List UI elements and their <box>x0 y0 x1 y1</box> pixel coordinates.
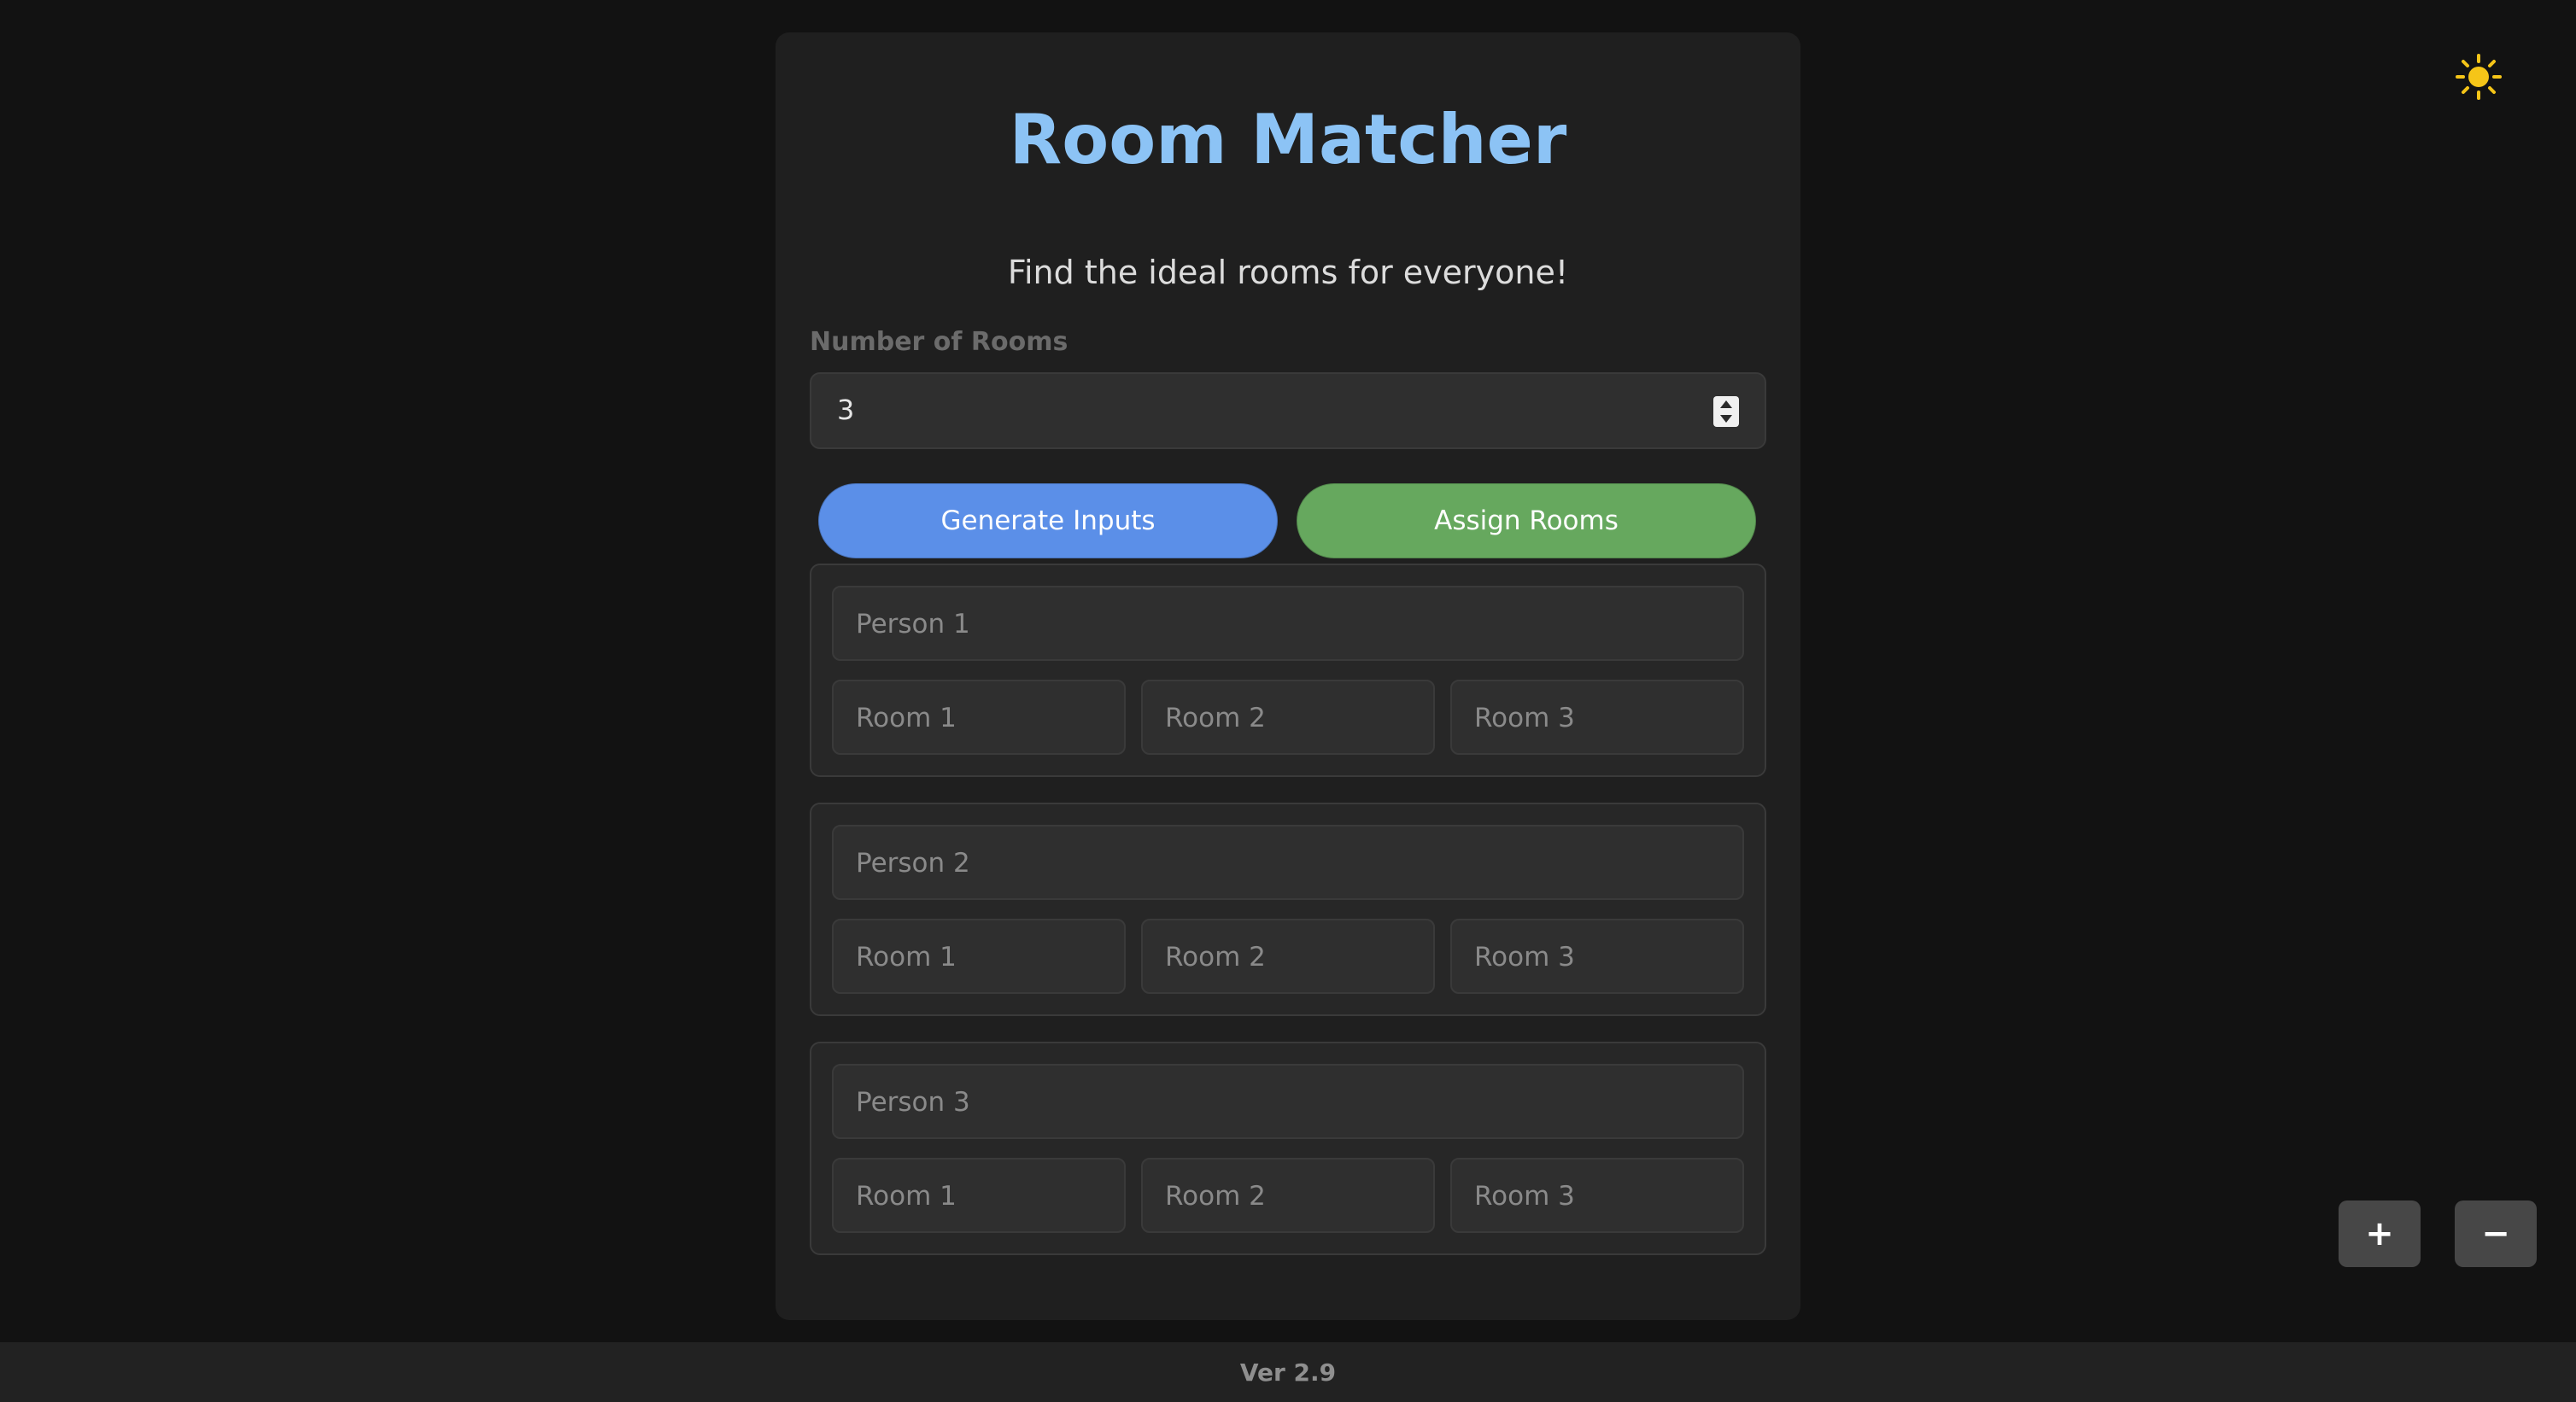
room-placeholder: Room 3 <box>1474 942 1575 973</box>
number-spinner[interactable] <box>1713 396 1739 427</box>
theme-toggle-button[interactable] <box>2455 53 2503 101</box>
room-placeholder: Room 1 <box>856 703 957 733</box>
person-name-input[interactable]: Person 1 <box>832 586 1744 661</box>
room-preference-input[interactable]: Room 1 <box>832 1158 1126 1233</box>
person-block-1: Person 1 Room 1 Room 2 Room 3 <box>810 564 1766 777</box>
room-count-label: Number of Rooms <box>810 327 1068 357</box>
person-block-2: Person 2 Room 1 Room 2 Room 3 <box>810 803 1766 1016</box>
room-placeholder: Room 2 <box>1165 703 1266 733</box>
room-preference-input[interactable]: Room 3 <box>1450 680 1744 755</box>
person-name-placeholder: Person 3 <box>856 1087 970 1118</box>
room-placeholder: Room 3 <box>1474 1181 1575 1212</box>
page-subtitle: Find the ideal rooms for everyone! <box>1007 254 1569 291</box>
page: Room Matcher Find the ideal rooms for ev… <box>0 0 2576 1402</box>
sun-icon <box>2456 54 2502 100</box>
footer: Ver 2.9 <box>0 1342 2576 1402</box>
room-preference-input[interactable]: Room 2 <box>1141 919 1435 994</box>
page-title: Room Matcher <box>1009 100 1567 179</box>
zoom-out-button[interactable]: − <box>2455 1200 2537 1267</box>
main-card: Room Matcher Find the ideal rooms for ev… <box>776 32 1800 1320</box>
person-name-placeholder: Person 2 <box>856 848 970 879</box>
spinner-up-icon[interactable] <box>1720 400 1732 408</box>
room-placeholder: Room 1 <box>856 942 957 973</box>
spinner-down-icon[interactable] <box>1720 415 1732 423</box>
room-placeholder: Room 2 <box>1165 942 1266 973</box>
room-placeholder: Room 2 <box>1165 1181 1266 1212</box>
room-placeholder: Room 3 <box>1474 703 1575 733</box>
room-preference-input[interactable]: Room 1 <box>832 680 1126 755</box>
room-count-value: 3 <box>837 394 855 426</box>
assign-rooms-button[interactable]: Assign Rooms <box>1297 483 1756 558</box>
room-preference-input[interactable]: Room 1 <box>832 919 1126 994</box>
person-name-input[interactable]: Person 2 <box>832 825 1744 900</box>
room-preference-input[interactable]: Room 3 <box>1450 919 1744 994</box>
person-name-placeholder: Person 1 <box>856 609 970 640</box>
zoom-in-button[interactable]: + <box>2339 1200 2421 1267</box>
room-count-input[interactable]: 3 <box>810 372 1766 449</box>
person-block-3: Person 3 Room 1 Room 2 Room 3 <box>810 1042 1766 1255</box>
person-name-input[interactable]: Person 3 <box>832 1064 1744 1139</box>
room-placeholder: Room 1 <box>856 1181 957 1212</box>
version-label: Ver 2.9 <box>1239 1358 1337 1387</box>
room-preference-input[interactable]: Room 2 <box>1141 1158 1435 1233</box>
generate-inputs-button[interactable]: Generate Inputs <box>818 483 1278 558</box>
room-preference-input[interactable]: Room 2 <box>1141 680 1435 755</box>
room-preference-input[interactable]: Room 3 <box>1450 1158 1744 1233</box>
